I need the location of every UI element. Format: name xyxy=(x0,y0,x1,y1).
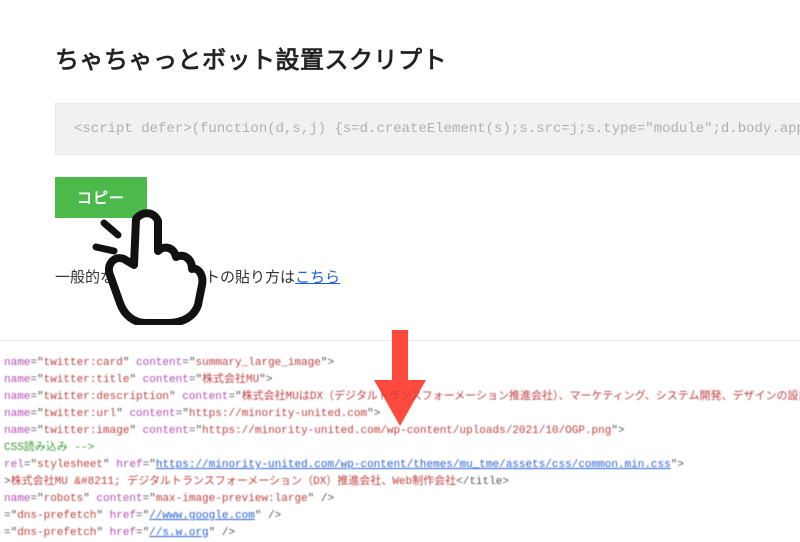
source-line: name="twitter:description" content="株式会社… xyxy=(4,389,800,406)
source-line: ="dns-prefetch" href="//www.google.com" … xyxy=(4,508,800,525)
script-code-box[interactable]: <script defer>(function(d,s,j) {s=d.crea… xyxy=(55,103,800,155)
page-title: ちゃちゃっとボット設置スクリプト xyxy=(55,40,800,75)
helper-text: 一般的な◯◯◯◯◯◯トの貼り方はこちら xyxy=(55,266,800,287)
helper-link[interactable]: こちら xyxy=(295,269,340,286)
helper-prefix: 一般的な xyxy=(55,269,115,286)
source-line: >株式会社MU &#8211; デジタルトランスフォーメーション（DX）推進会社… xyxy=(4,474,800,491)
copy-button[interactable]: コピー xyxy=(55,177,147,218)
helper-middle: トの貼り方は xyxy=(205,269,295,286)
source-line: name="robots" content="max-image-preview… xyxy=(4,491,800,508)
source-line: rel="stylesheet" href="https://minority-… xyxy=(4,457,800,474)
settings-panel: ちゃちゃっとボット設置スクリプト <script defer>(function… xyxy=(0,0,800,287)
section-divider xyxy=(0,340,800,341)
source-line: name="twitter:card" content="summary_lar… xyxy=(4,355,800,372)
source-line: name="twitter:title" content="株式会社MU"> xyxy=(4,372,800,389)
source-line: name="twitter:url" content="https://mino… xyxy=(4,406,800,423)
source-line: CSS読み込み --> xyxy=(4,440,800,457)
source-line: ="dns-prefetch" href="//s.w.org" /> xyxy=(4,525,800,542)
html-source-preview: name="twitter:card" content="summary_lar… xyxy=(0,355,800,542)
source-line: name="twitter:image" content="https://mi… xyxy=(4,423,800,440)
